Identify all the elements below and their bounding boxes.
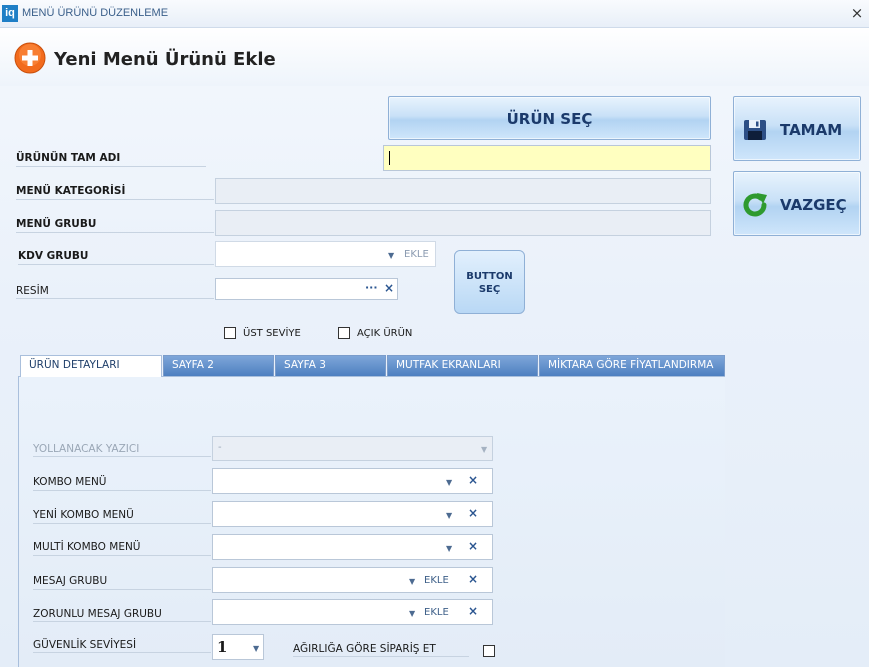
new-combo-menu-dropdown[interactable]: ▼ × [212, 501, 493, 527]
mandatory-message-group-add-link[interactable]: EKLE [424, 607, 449, 618]
chevron-down-icon[interactable]: ▼ [409, 577, 415, 586]
button-select-line1: BUTTON [466, 271, 513, 282]
save-disk-icon [744, 120, 766, 140]
menu-category-label: MENÜ KATEGORİSİ [16, 185, 126, 197]
mandatory-message-group-label: ZORUNLU MESAJ GRUBU [33, 608, 162, 620]
label-underline [33, 652, 211, 653]
label-underline [33, 555, 211, 556]
chevron-down-icon[interactable]: ▼ [446, 511, 452, 520]
combo-menu-label: KOMBO MENÜ [33, 476, 107, 488]
message-group-dropdown[interactable]: ▼ EKLE × [212, 567, 493, 593]
security-level-value: 1 [217, 638, 228, 656]
product-full-name-label: ÜRÜNÜN TAM ADI [16, 152, 121, 164]
tab-quantity-pricing[interactable]: MİKTARA GÖRE FİYATLANDIRMA [539, 355, 725, 376]
image-picker[interactable]: ··· × [215, 278, 398, 300]
tab-product-details[interactable]: ÜRÜN DETAYLARI [20, 355, 162, 377]
text-cursor [389, 151, 390, 165]
label-underline [18, 264, 214, 265]
clear-new-combo-menu-icon[interactable]: × [468, 506, 478, 520]
label-underline [33, 523, 211, 524]
select-product-label: ÜRÜN SEÇ [506, 110, 593, 128]
multi-combo-menu-dropdown[interactable]: ▼ × [212, 534, 493, 560]
label-underline [293, 656, 469, 657]
clear-combo-menu-icon[interactable]: × [468, 473, 478, 487]
chevron-down-icon[interactable]: ▼ [253, 644, 259, 653]
chevron-down-icon[interactable]: ▼ [409, 609, 415, 618]
mandatory-message-group-dropdown[interactable]: ▼ EKLE × [212, 599, 493, 625]
tab-page-2[interactable]: SAYFA 2 [163, 355, 274, 376]
menu-group-field [215, 210, 711, 236]
tab-kitchen-screens[interactable]: MUTFAK EKRANLARI [387, 355, 538, 376]
open-product-checkbox[interactable] [338, 327, 350, 339]
top-level-label: ÜST SEVİYE [243, 328, 301, 339]
clear-mandatory-message-group-icon[interactable]: × [468, 604, 478, 618]
vat-group-add-link[interactable]: EKLE [404, 249, 429, 260]
clear-multi-combo-menu-icon[interactable]: × [468, 539, 478, 553]
label-underline [33, 589, 211, 590]
window-title: MENÜ ÜRÜNÜ DÜZENLEME [22, 7, 169, 19]
security-level-dropdown[interactable]: 1 ▼ [212, 634, 264, 660]
chevron-down-icon[interactable]: ▼ [446, 544, 452, 553]
label-underline [33, 621, 211, 622]
label-underline [16, 298, 214, 299]
button-select-button[interactable]: BUTTON SEÇ [454, 250, 525, 314]
target-printer-value: - [218, 442, 222, 453]
cancel-label: VAZGEÇ [780, 196, 847, 214]
product-full-name-input[interactable] [383, 145, 711, 171]
button-select-label: BUTTON SEÇ [455, 270, 524, 296]
button-select-line2: SEÇ [478, 284, 501, 295]
chevron-down-icon[interactable]: ▼ [388, 251, 394, 260]
open-product-label: AÇIK ÜRÜN [357, 328, 413, 339]
close-icon[interactable]: × [848, 4, 866, 22]
select-product-button[interactable]: ÜRÜN SEÇ [388, 96, 711, 140]
label-underline [16, 199, 214, 200]
refresh-arrow-icon [743, 193, 767, 217]
message-group-label: MESAJ GRUBU [33, 575, 108, 587]
message-group-add-link[interactable]: EKLE [424, 575, 449, 586]
page-title: Yeni Menü Ürünü Ekle [54, 49, 276, 70]
label-underline [16, 166, 206, 167]
app-logo-icon: iq [2, 5, 18, 22]
new-combo-menu-label: YENİ KOMBO MENÜ [33, 509, 134, 521]
add-circle-icon [14, 42, 46, 74]
chevron-down-icon: ▼ [481, 445, 488, 454]
label-underline [33, 490, 211, 491]
clear-message-group-icon[interactable]: × [468, 572, 478, 586]
target-printer-dropdown: - ▼ [212, 436, 493, 461]
browse-ellipsis-icon[interactable]: ··· [365, 281, 378, 294]
target-printer-label: YOLLANACAK YAZICI [33, 443, 140, 455]
combo-menu-dropdown[interactable]: ▼ × [212, 468, 493, 494]
order-by-weight-label: AĞIRLIĞA GÖRE SİPARİŞ ET [293, 643, 436, 655]
chevron-down-icon[interactable]: ▼ [446, 478, 452, 487]
menu-category-field [215, 178, 711, 204]
ok-button[interactable]: TAMAM [733, 96, 861, 161]
vat-group-label: KDV GRUBU [18, 250, 89, 262]
multi-combo-menu-label: MULTİ KOMBO MENÜ [33, 541, 141, 553]
image-label: RESİM [16, 285, 49, 297]
label-underline [16, 232, 214, 233]
ok-label: TAMAM [780, 121, 843, 139]
vat-group-dropdown[interactable]: ▼ EKLE [215, 241, 436, 267]
order-by-weight-checkbox[interactable] [483, 645, 495, 657]
clear-image-icon[interactable]: × [384, 281, 394, 295]
top-level-checkbox[interactable] [224, 327, 236, 339]
security-level-label: GÜVENLİK SEVİYESİ [33, 639, 137, 651]
cancel-button[interactable]: VAZGEÇ [733, 171, 861, 236]
tab-page-3[interactable]: SAYFA 3 [275, 355, 386, 376]
label-underline [33, 456, 211, 457]
menu-group-label: MENÜ GRUBU [16, 218, 97, 230]
